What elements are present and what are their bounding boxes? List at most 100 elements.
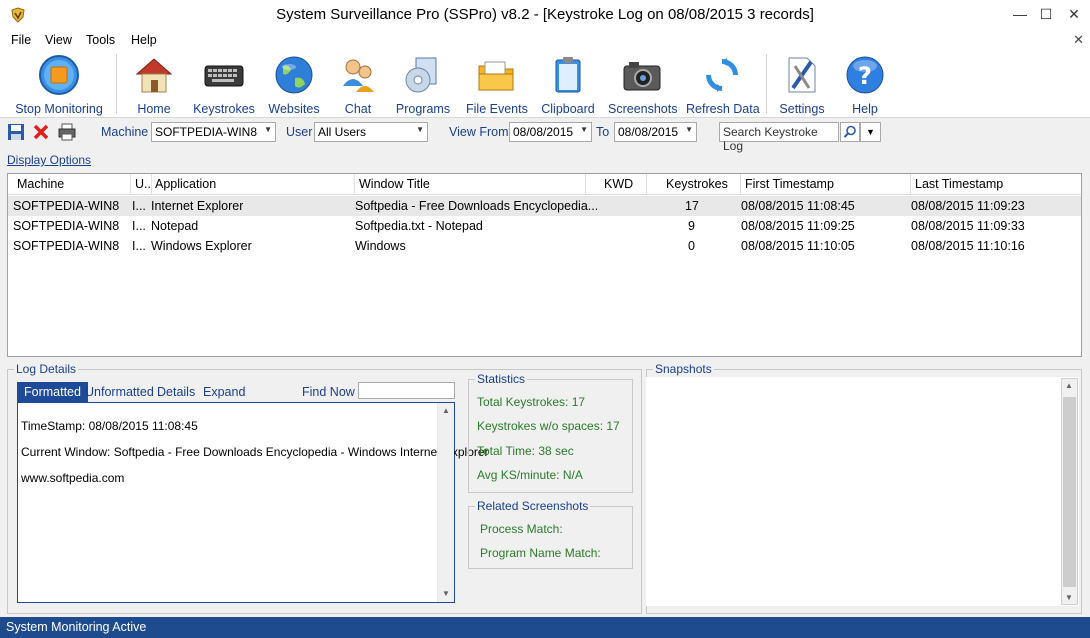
column-header-application[interactable]: Application (155, 177, 216, 191)
websites-button[interactable]: Websites (266, 54, 322, 116)
close-button[interactable]: ✕ (1058, 0, 1090, 30)
settings-icon (788, 57, 816, 93)
find-input[interactable] (358, 382, 455, 399)
chat-button[interactable]: Chat (336, 54, 380, 116)
refresh-data-button[interactable]: Refresh Data (686, 54, 760, 116)
tab-unformatted[interactable]: Unformatted (85, 382, 154, 402)
search-button[interactable] (840, 122, 860, 142)
chevron-down-icon: ▼ (685, 125, 693, 134)
view-from-label: View From (449, 125, 509, 139)
column-divider[interactable] (740, 174, 741, 195)
program-name-match: Program Name Match: (480, 546, 601, 560)
keyboard-icon (204, 65, 244, 87)
search-icon (843, 125, 856, 138)
snapshots-area[interactable] (646, 377, 1079, 606)
column-divider[interactable] (354, 174, 355, 195)
stat-avg-ks-minute: Avg KS/minute: N/A (477, 468, 583, 482)
programs-icon (405, 57, 437, 93)
column-divider[interactable] (585, 174, 586, 195)
column-header-first-timestamp[interactable]: First Timestamp (745, 177, 834, 191)
save-icon[interactable] (7, 123, 25, 141)
column-header-last-timestamp[interactable]: Last Timestamp (915, 177, 1003, 191)
toolbar-separator (116, 54, 117, 114)
stat-total-keystrokes: Total Keystrokes: 17 (477, 395, 586, 409)
home-button[interactable]: Home (132, 54, 176, 116)
related-screenshots-title: Related Screenshots (475, 499, 591, 513)
menu-view[interactable]: View (45, 33, 72, 47)
log-details-title: Log Details (14, 362, 79, 376)
settings-button[interactable]: Settings (778, 54, 826, 116)
log-line: TimeStamp: 08/08/2015 11:08:45 (21, 419, 198, 433)
scroll-thumb[interactable] (1063, 397, 1076, 587)
search-options-button[interactable]: ▼ (860, 122, 881, 142)
clipboard-button[interactable]: Clipboard (540, 54, 596, 116)
folder-icon (478, 61, 514, 91)
column-header-keystrokes[interactable]: Keystrokes (666, 177, 728, 191)
table-row[interactable]: SOFTPEDIA-WIN8 I... Internet Explorer So… (8, 196, 1081, 216)
chevron-down-icon: ▼ (264, 125, 272, 134)
column-divider[interactable] (151, 174, 152, 195)
chevron-down-icon: ▼ (866, 127, 875, 137)
table-header: Machine U.. Application Window Title KWD… (8, 174, 1081, 195)
menu-help[interactable]: Help (131, 33, 157, 47)
title-bar: System Surveillance Pro (SSPro) v8.2 - [… (0, 0, 1090, 30)
window-title: System Surveillance Pro (SSPro) v8.2 - [… (276, 6, 814, 23)
scroll-down-icon[interactable]: ▼ (1065, 593, 1073, 602)
keystroke-log-table: Machine U.. Application Window Title KWD… (7, 173, 1082, 357)
tab-formatted[interactable]: Formatted (17, 382, 88, 402)
log-line: www.softpedia.com (21, 471, 125, 485)
tab-expand[interactable]: Expand (203, 382, 245, 402)
snapshots-scrollbar[interactable]: ▲ ▼ (1061, 378, 1078, 605)
camera-icon (623, 62, 661, 91)
user-select[interactable]: All Users ▼ (314, 122, 428, 142)
machine-select[interactable]: SOFTPEDIA-WIN8 ▼ (151, 122, 276, 142)
help-button[interactable]: ? Help (842, 54, 888, 116)
menu-bar: File View Tools Help ✕ (0, 30, 1090, 50)
log-text-area[interactable]: TimeStamp: 08/08/2015 11:08:45 Current W… (17, 402, 489, 603)
display-options-link[interactable]: Display Options (7, 153, 91, 167)
stop-icon (39, 55, 79, 95)
menu-file[interactable]: File (11, 33, 31, 47)
process-match: Process Match: (480, 522, 563, 536)
snapshots-title: Snapshots (653, 362, 714, 376)
column-header-machine[interactable]: Machine (17, 177, 64, 191)
refresh-icon (706, 58, 738, 92)
find-now-button[interactable]: Find Now (302, 385, 355, 399)
column-divider[interactable] (646, 174, 647, 195)
log-scrollbar[interactable]: ▲ ▼ (437, 403, 454, 602)
statistics-title: Statistics (475, 372, 528, 386)
column-divider[interactable] (910, 174, 911, 195)
help-icon: ? (846, 56, 884, 94)
view-from-date[interactable]: 08/08/2015 ▼ (509, 122, 592, 142)
table-row[interactable]: SOFTPEDIA-WIN8 I... Notepad Softpedia.tx… (8, 216, 1081, 236)
to-date[interactable]: 08/08/2015 ▼ (614, 122, 697, 142)
stop-monitoring-button[interactable]: Stop Monitoring (14, 54, 104, 116)
table-row[interactable]: SOFTPEDIA-WIN8 I... Windows Explorer Win… (8, 236, 1081, 256)
search-input[interactable]: Search Keystroke Log (719, 122, 839, 153)
screenshots-button[interactable]: Screenshots (608, 54, 677, 116)
globe-icon (275, 56, 313, 94)
keystrokes-button[interactable]: Keystrokes (192, 54, 256, 116)
tab-details[interactable]: Details (157, 382, 195, 402)
mdi-close-button[interactable]: ✕ (1073, 32, 1084, 48)
column-header-window-title[interactable]: Window Title (359, 177, 430, 191)
user-label: User (286, 125, 313, 139)
scroll-up-icon[interactable]: ▲ (438, 403, 454, 419)
home-icon (135, 58, 173, 93)
column-header-user[interactable]: U.. (135, 177, 151, 191)
toolbar-separator (766, 54, 767, 114)
scroll-down-icon[interactable]: ▼ (438, 586, 454, 602)
print-icon[interactable] (58, 123, 76, 141)
stat-keystrokes-no-spaces: Keystrokes w/o spaces: 17 (477, 419, 620, 433)
stat-total-time: Total Time: 38 sec (477, 444, 574, 458)
programs-button[interactable]: Programs (394, 54, 452, 116)
column-divider[interactable] (130, 174, 131, 195)
chevron-down-icon: ▼ (580, 125, 588, 134)
delete-icon[interactable] (32, 123, 50, 141)
menu-tools[interactable]: Tools (86, 33, 115, 47)
file-events-button[interactable]: File Events (466, 54, 528, 116)
column-header-kwd[interactable]: KWD (604, 177, 633, 191)
scroll-up-icon[interactable]: ▲ (1065, 381, 1073, 390)
status-bar: System Monitoring Active (0, 617, 1090, 638)
chevron-down-icon: ▼ (416, 125, 424, 134)
